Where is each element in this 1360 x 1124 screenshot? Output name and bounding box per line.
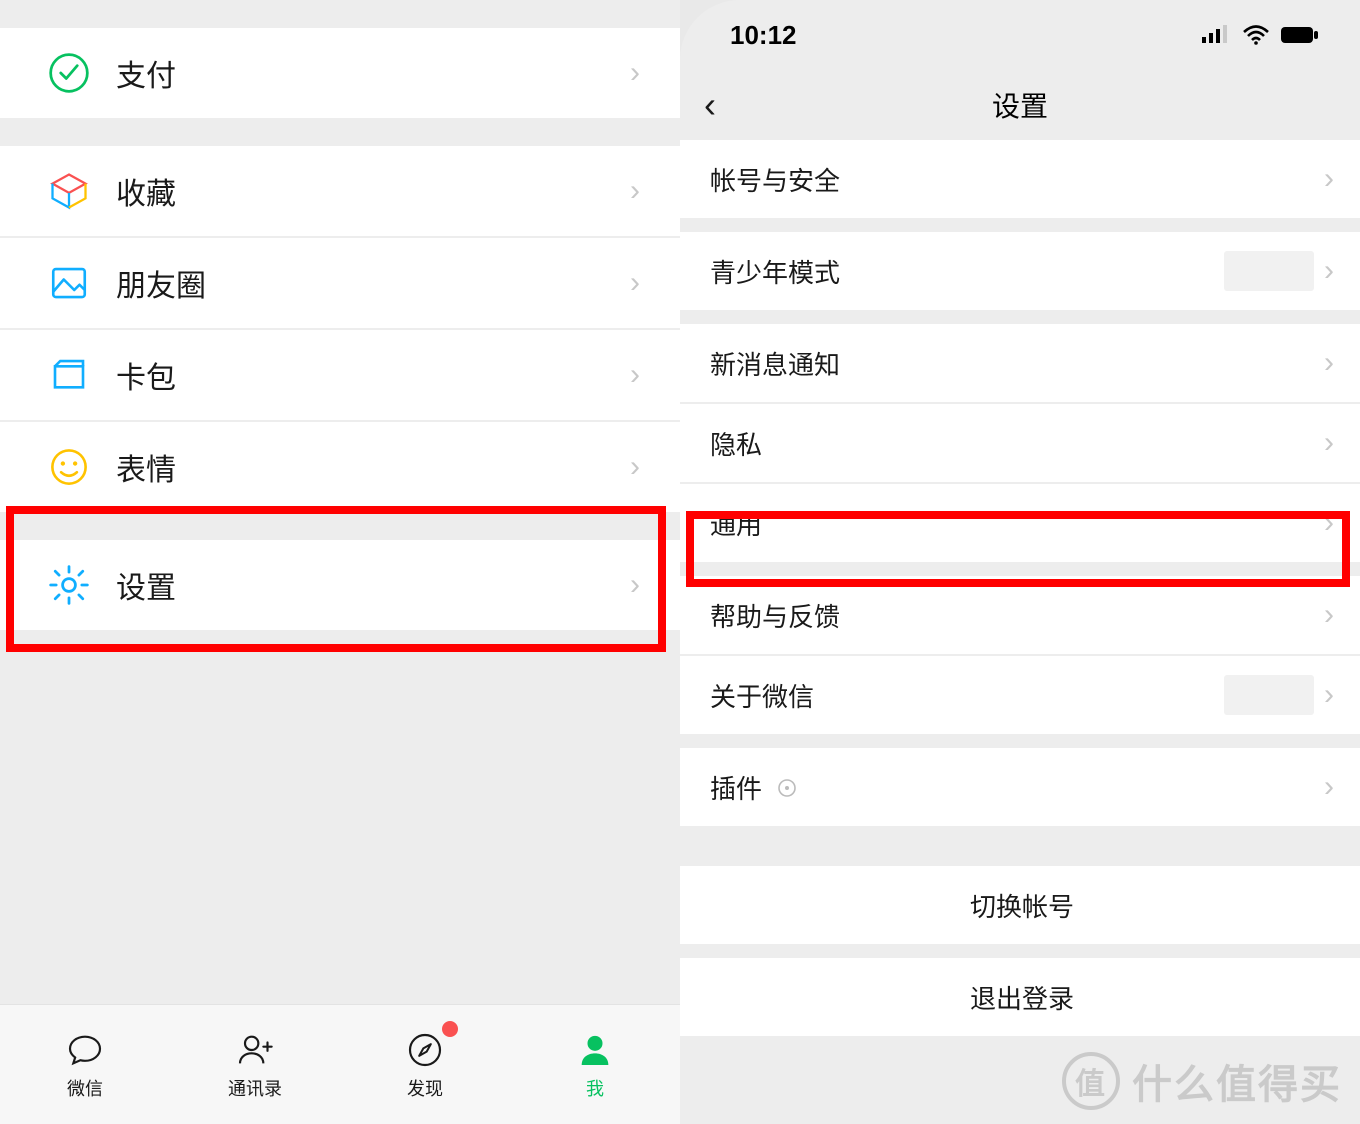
chevron-right-icon: › (630, 266, 640, 300)
image-icon (46, 260, 92, 306)
row-label: 新消息通知 (710, 345, 1324, 382)
value-redacted (1224, 251, 1314, 291)
smile-icon (46, 444, 92, 490)
tab-label: 通讯录 (228, 1075, 282, 1101)
row-label: 帐号与安全 (710, 161, 1324, 198)
wallet-icon (46, 352, 92, 398)
menu-label: 支付 (116, 51, 630, 95)
menu-emoji[interactable]: 表情 › (0, 422, 680, 512)
divider (680, 310, 1360, 324)
row-label: 帮助与反馈 (710, 597, 1324, 634)
chat-icon (64, 1029, 106, 1071)
row-plugins[interactable]: 插件 › (680, 748, 1360, 826)
compass-icon (404, 1029, 446, 1071)
menu-label: 卡包 (116, 353, 630, 397)
menu-pay[interactable]: 支付 › (0, 28, 680, 118)
chevron-right-icon: › (630, 568, 640, 602)
row-label: 退出登录 (970, 979, 1074, 1016)
cube-icon (46, 168, 92, 214)
tab-label: 我 (586, 1075, 604, 1101)
chevron-right-icon: › (630, 174, 640, 208)
chevron-right-icon: › (1324, 426, 1334, 460)
menu-favorites[interactable]: 收藏 › (0, 146, 680, 236)
divider (680, 734, 1360, 748)
menu-moments[interactable]: 朋友圈 › (0, 238, 680, 328)
me-screen: 支付 › 收藏 › 朋友圈 › 卡包 › (0, 0, 680, 1124)
chevron-right-icon: › (1324, 506, 1334, 540)
watermark-badge: 值 (1062, 1052, 1120, 1110)
watermark: 值 什么值得买 (1062, 1052, 1342, 1110)
row-account-security[interactable]: 帐号与安全 › (680, 140, 1360, 218)
chevron-right-icon: › (1324, 346, 1334, 380)
chevron-right-icon: › (1324, 770, 1334, 804)
contacts-icon (234, 1029, 276, 1071)
row-label: 关于微信 (710, 677, 1224, 714)
notification-dot (442, 1021, 458, 1037)
tab-bar: 微信 通讯录 发现 我 (0, 1004, 680, 1124)
empty-area (0, 658, 680, 1004)
menu-cards[interactable]: 卡包 › (0, 330, 680, 420)
row-switch-account[interactable]: 切换帐号 (680, 866, 1360, 944)
menu-settings[interactable]: 设置 › (0, 540, 680, 630)
status-time: 10:12 (730, 20, 797, 51)
divider (680, 944, 1360, 958)
plugin-icon (777, 778, 797, 798)
row-privacy[interactable]: 隐私 › (680, 404, 1360, 482)
chevron-right-icon: › (1324, 678, 1334, 712)
divider (680, 826, 1360, 866)
battery-icon (1280, 25, 1320, 45)
row-label: 切换帐号 (970, 887, 1074, 924)
divider (0, 630, 680, 658)
page-title: 设置 (992, 85, 1048, 125)
tab-contacts[interactable]: 通讯录 (170, 1005, 340, 1124)
divider (680, 562, 1360, 576)
chevron-right-icon: › (630, 358, 640, 392)
chevron-right-icon: › (1324, 598, 1334, 632)
row-label: 插件 (710, 769, 1324, 806)
tab-chats[interactable]: 微信 (0, 1005, 170, 1124)
pay-icon (46, 50, 92, 96)
row-label: 隐私 (710, 425, 1324, 462)
chevron-right-icon: › (1324, 162, 1334, 196)
row-label: 青少年模式 (710, 253, 1224, 290)
gear-icon (46, 562, 92, 608)
row-about[interactable]: 关于微信 › (680, 656, 1360, 734)
person-icon (574, 1029, 616, 1071)
row-notifications[interactable]: 新消息通知 › (680, 324, 1360, 402)
menu-label: 表情 (116, 445, 630, 489)
status-icons (1202, 25, 1320, 45)
tab-label: 微信 (67, 1075, 103, 1101)
row-youth-mode[interactable]: 青少年模式 › (680, 232, 1360, 310)
divider (0, 0, 680, 28)
chevron-right-icon: › (630, 450, 640, 484)
divider (0, 512, 680, 540)
menu-label: 设置 (116, 563, 630, 607)
row-label: 通用 (710, 505, 1324, 542)
row-general[interactable]: 通用 › (680, 484, 1360, 562)
chevron-right-icon: › (630, 56, 640, 90)
status-bar: 10:12 (680, 0, 1360, 70)
watermark-text: 什么值得买 (1132, 1052, 1342, 1110)
divider (0, 118, 680, 146)
settings-screen: 10:12 ‹ 设置 帐号与安全 › 青少年模式 › 新消息通知 › (680, 0, 1360, 1124)
row-logout[interactable]: 退出登录 (680, 958, 1360, 1036)
value-redacted (1224, 675, 1314, 715)
tab-me[interactable]: 我 (510, 1005, 680, 1124)
back-button[interactable]: ‹ (704, 84, 716, 126)
menu-label: 朋友圈 (116, 261, 630, 305)
tab-discover[interactable]: 发现 (340, 1005, 510, 1124)
menu-label: 收藏 (116, 169, 630, 213)
cellular-icon (1202, 25, 1232, 45)
divider (680, 218, 1360, 232)
chevron-right-icon: › (1324, 254, 1334, 288)
row-help-feedback[interactable]: 帮助与反馈 › (680, 576, 1360, 654)
wifi-icon (1242, 25, 1270, 45)
nav-bar: ‹ 设置 (680, 70, 1360, 140)
tab-label: 发现 (407, 1075, 443, 1101)
